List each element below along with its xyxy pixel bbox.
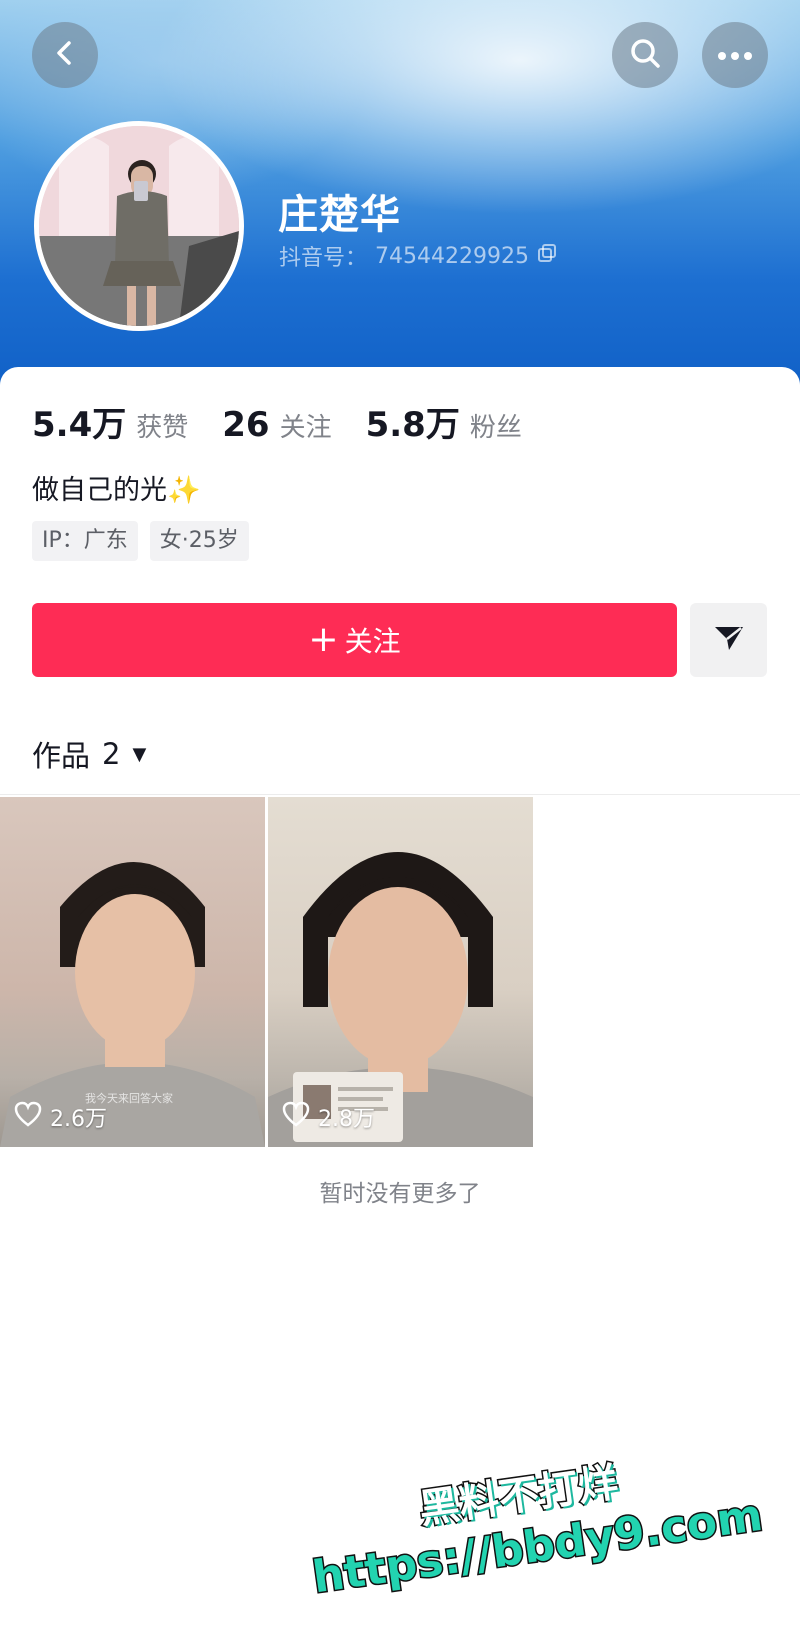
douyin-id-label: 抖音号：	[279, 246, 368, 271]
stat-following[interactable]: 26 关注	[222, 405, 331, 445]
profile-tags: IP：广东 女·25岁	[32, 521, 249, 561]
video-likes-count: 2.8万	[318, 1107, 375, 1132]
stat-followers-label: 粉丝	[469, 413, 522, 443]
stat-following-label: 关注	[279, 413, 332, 443]
douyin-id-value: 74544229925	[375, 243, 529, 269]
heart-icon	[282, 1101, 310, 1133]
video-thumbnail[interactable]: 我今天来回答大家 2.6万	[0, 797, 265, 1147]
heart-icon	[14, 1101, 42, 1133]
stat-likes[interactable]: 5.4万 获赞	[32, 397, 188, 446]
works-label: 作品	[32, 739, 91, 773]
ip-location-tag: IP：广东	[32, 521, 138, 561]
douyin-id[interactable]: 抖音号： 74544229925	[279, 240, 557, 272]
stat-followers-value: 5.8万	[365, 405, 460, 445]
send-icon	[712, 623, 746, 657]
follow-button-label: 关注	[344, 625, 401, 658]
video-likes: 2.6万	[14, 1101, 107, 1133]
plus-icon: +	[308, 619, 339, 660]
works-count: 2	[102, 737, 121, 771]
video-cover-1: 我今天来回答大家	[0, 862, 265, 1147]
video-likes-count: 2.6万	[50, 1107, 107, 1132]
caret-down-icon: ▼	[132, 743, 147, 765]
search-icon	[628, 36, 662, 74]
more-dots-icon	[717, 46, 753, 65]
stat-likes-label: 获赞	[136, 413, 189, 443]
gender-age-tag: 女·25岁	[149, 521, 249, 561]
profile-stats: 5.4万 获赞 26 关注 5.8万 粉丝	[32, 397, 556, 446]
divider	[0, 794, 800, 795]
profile-page: 庄楚华 抖音号： 74544229925 5.4万 获赞 26 关注 5.8万 粉…	[0, 0, 800, 1646]
no-more-content: 暂时没有更多了	[319, 1181, 481, 1207]
video-thumbnail[interactable]: 2.8万	[268, 797, 533, 1147]
avatar[interactable]	[34, 121, 244, 331]
profile-header: 庄楚华 抖音号： 74544229925	[0, 0, 800, 400]
stat-likes-value: 5.4万	[32, 405, 127, 445]
copy-icon[interactable]	[537, 243, 557, 269]
chevron-left-icon	[50, 38, 80, 72]
video-likes: 2.8万	[282, 1101, 375, 1133]
stat-followers[interactable]: 5.8万 粉丝	[366, 397, 522, 446]
avatar-photo	[39, 126, 239, 326]
video-cover-2	[268, 852, 533, 1147]
tab-works[interactable]: 作品 2 ▼	[32, 733, 146, 775]
share-button[interactable]	[690, 603, 767, 677]
search-button[interactable]	[612, 22, 678, 88]
works-grid: 我今天来回答大家 2.6万 2.8万	[0, 797, 533, 1147]
follow-button[interactable]: + 关注	[32, 603, 677, 677]
profile-bio: 做自己的光✨	[32, 475, 201, 506]
profile-name: 庄楚华	[278, 192, 401, 238]
stat-following-value: 26	[222, 405, 270, 445]
more-button[interactable]	[702, 22, 768, 88]
back-button[interactable]	[32, 22, 98, 88]
